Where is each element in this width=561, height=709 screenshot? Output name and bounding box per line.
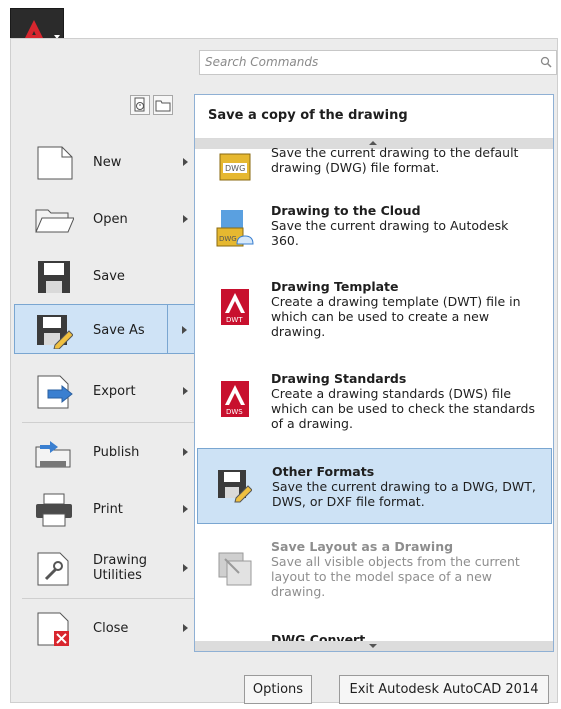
cloud-save-icon: DWG	[216, 210, 254, 247]
menu-item-label: Save As	[93, 322, 145, 338]
dwt-template-icon: DWT	[221, 289, 249, 325]
menu-item-export[interactable]: Export	[20, 366, 190, 416]
flyout-item-dwg-convert[interactable]: DWG Convert	[195, 630, 553, 641]
dws-standards-icon: DWS	[221, 381, 249, 417]
menu-item-open[interactable]: Open	[20, 194, 190, 244]
flyout-item-other-formats[interactable]: Other Formats Save the current drawing t…	[197, 448, 552, 524]
submenu-arrow-icon	[183, 564, 188, 572]
dwg-file-icon: DWG	[219, 153, 251, 181]
submenu-arrow-icon	[183, 387, 188, 395]
file-type-badge: DWT	[226, 316, 243, 324]
recent-documents-button[interactable]	[130, 95, 150, 115]
save-disk-icon	[38, 261, 70, 293]
file-type-badge: DWG	[225, 164, 245, 173]
printer-icon	[36, 493, 72, 527]
menu-item-print[interactable]: Print	[20, 484, 190, 534]
flyout-item-drawing-to-cloud[interactable]: DWG Drawing to the Cloud Save the curren…	[195, 203, 553, 265]
flyout-item-title: Other Formats	[272, 464, 375, 479]
flyout-item-description: Save all visible objects from the curren…	[271, 554, 520, 599]
flyout-item-save-as-drawing[interactable]: DWG Save the current drawing to the defa…	[195, 147, 553, 197]
menu-item-close[interactable]: Close	[20, 603, 190, 653]
flyout-item-drawing-template[interactable]: DWT Drawing Template Create a drawing te…	[195, 279, 553, 349]
flyout-item-description: Create a drawing template (DWT) file in …	[271, 294, 521, 339]
menu-item-save-as[interactable]: Save As	[14, 304, 205, 354]
export-icon	[37, 375, 73, 409]
menu-item-label: Open	[93, 211, 128, 227]
menu-item-label: Save	[93, 268, 125, 284]
publish-icon	[35, 441, 71, 468]
menu-item-new[interactable]: New	[20, 137, 190, 187]
menu-divider	[22, 598, 198, 599]
menu-item-label: Drawing Utilities	[93, 553, 148, 583]
search-placeholder: Search Commands	[205, 55, 319, 69]
file-type-badge: DWS	[226, 408, 243, 416]
chevron-up-icon	[369, 141, 377, 145]
menu-divider	[22, 422, 198, 423]
menu-left-column: New Open Save Save As Export Publish Pri…	[10, 80, 205, 680]
menu-item-save[interactable]: Save	[20, 251, 190, 301]
search-input[interactable]: Search Commands	[199, 50, 557, 75]
menu-item-label: Export	[93, 383, 136, 399]
submenu-arrow-icon	[183, 505, 188, 513]
open-documents-button[interactable]	[153, 95, 173, 115]
scroll-down-button[interactable]	[195, 641, 553, 651]
folder-icon	[155, 100, 171, 112]
flyout-item-title: Drawing Standards	[271, 371, 407, 386]
flyout-item-description: Create a drawing standards (DWS) file wh…	[271, 386, 535, 431]
menu-item-label: Close	[93, 620, 129, 636]
options-button[interactable]: Options	[244, 675, 312, 704]
submenu-arrow-icon	[183, 158, 188, 166]
save-as-icon	[37, 315, 73, 349]
menu-item-label: New	[93, 154, 122, 170]
submenu-arrow-icon	[183, 624, 188, 632]
chevron-down-icon	[369, 644, 377, 648]
recent-documents-icon	[134, 97, 145, 112]
exit-autocad-button[interactable]: Exit Autodesk AutoCAD 2014	[339, 675, 549, 704]
submenu-arrow-icon	[182, 326, 187, 334]
save-layout-icon	[218, 552, 252, 586]
flyout-item-title: Save Layout as a Drawing	[271, 539, 454, 554]
flyout-item-save-layout-as-drawing: Save Layout as a Drawing Save all visibl…	[195, 539, 553, 609]
flyout-item-drawing-standards[interactable]: DWS Drawing Standards Create a drawing s…	[195, 371, 553, 441]
flyout-item-title: DWG Convert	[271, 632, 366, 641]
file-type-badge: DWG	[219, 235, 237, 243]
flyout-item-title: Drawing to the Cloud	[271, 203, 421, 218]
submenu-arrow-icon	[183, 215, 188, 223]
open-folder-icon	[35, 209, 74, 233]
submenu-arrow-icon	[183, 448, 188, 456]
flyout-item-description: Save the current drawing to the default …	[271, 147, 519, 175]
drawing-utilities-icon	[37, 552, 69, 586]
new-file-icon	[37, 146, 73, 180]
close-document-icon	[37, 612, 69, 646]
menu-item-label: Publish	[93, 444, 140, 460]
flyout-item-description: Save the current drawing to Autodesk 360…	[271, 218, 509, 248]
flyout-item-description: Save the current drawing to a DWG, DWT, …	[272, 479, 536, 509]
flyout-item-title: Drawing Template	[271, 279, 399, 294]
save-as-flyout: Save a copy of the drawing DWG Save the …	[194, 94, 554, 652]
menu-item-publish[interactable]: Publish	[20, 427, 190, 477]
save-as-icon	[218, 470, 252, 503]
menu-item-drawing-utilities[interactable]: Drawing Utilities	[20, 543, 190, 593]
menu-item-label: Print	[93, 501, 123, 517]
flyout-title: Save a copy of the drawing	[195, 95, 553, 139]
search-icon	[540, 56, 552, 68]
